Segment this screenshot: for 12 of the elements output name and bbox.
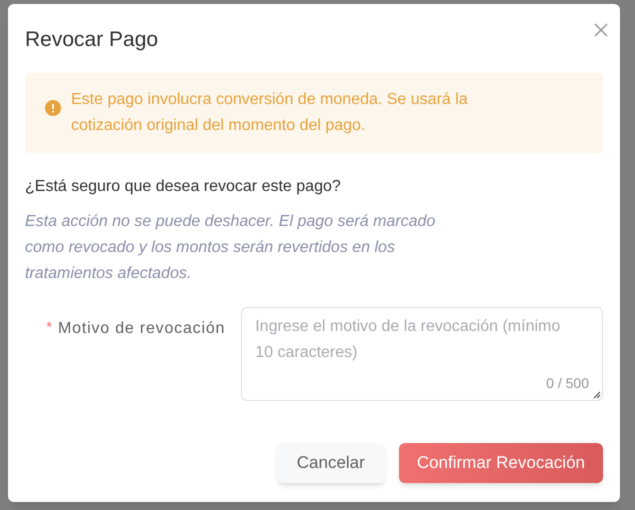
reason-textarea[interactable]: Ingrese el motivo de la revocación (mínimo 10 caracteres) 0 / 500: [241, 307, 603, 401]
dialog-title: Revocar Pago: [25, 27, 158, 53]
note-text: Esta acción no se puede deshacer. El pago será marcado como revocado y los montos serán revertidos en los tratamientos afectados.: [25, 212, 436, 284]
warning-text: Este pago involucra conversión de moneda. Se usará la cotización original del momento del pago.: [71, 90, 469, 136]
cancel-button[interactable]: Cancelar: [276, 443, 385, 483]
close-icon[interactable]: [593, 22, 609, 38]
resize-handle-icon[interactable]: [593, 391, 601, 399]
confirm-button[interactable]: Confirmar Revocación: [398, 443, 603, 483]
warning-icon: [45, 100, 61, 116]
required-mark: *: [46, 318, 52, 338]
field-label: Motivo de revocación: [58, 319, 226, 339]
question-text: ¿Está seguro que desea revocar este pago?: [25, 177, 342, 197]
